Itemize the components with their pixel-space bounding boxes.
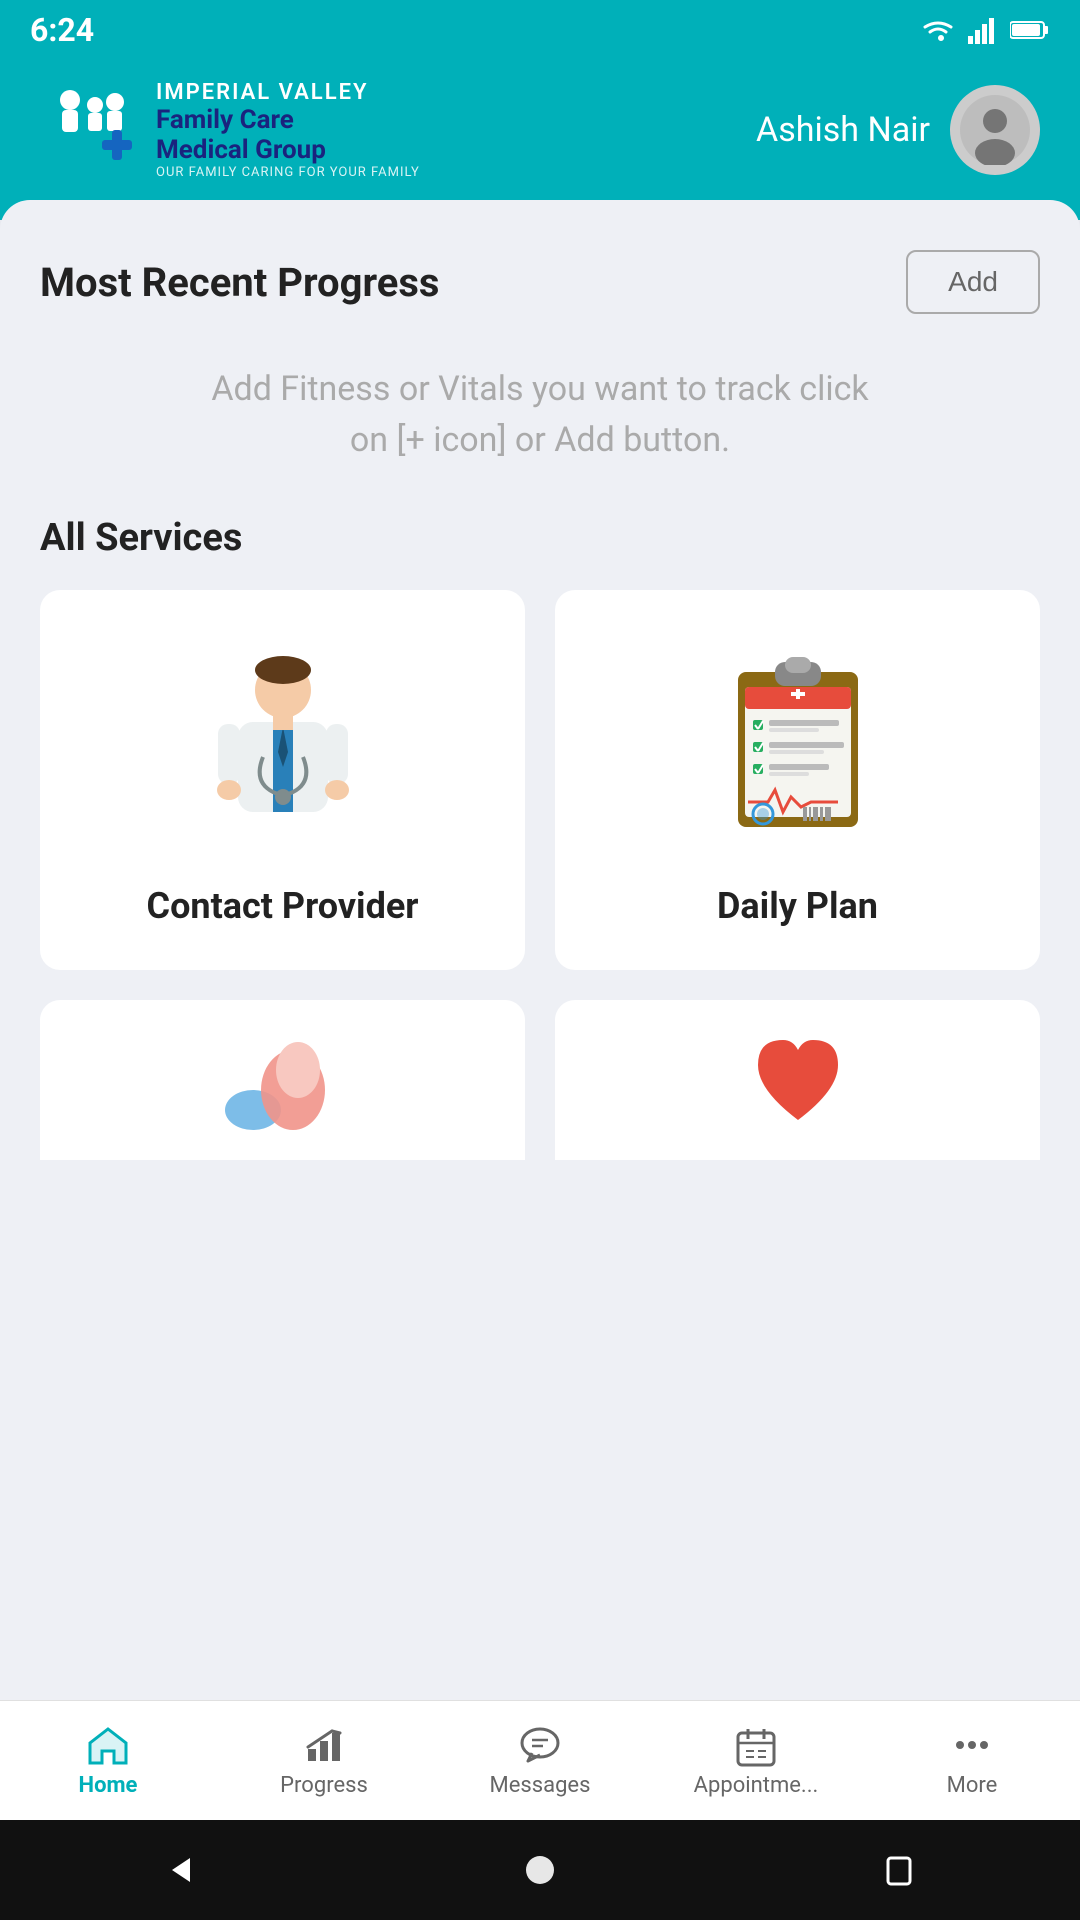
status-icons [920,16,1050,44]
nav-home-label: Home [79,1773,138,1798]
nav-messages-label: Messages [490,1773,591,1798]
nav-appointments[interactable]: Appointme... [648,1723,864,1798]
daily-plan-label: Daily Plan [717,883,878,930]
bottom-nav: Home Progress Messages [0,1700,1080,1820]
partial-card-right[interactable] [555,1000,1040,1160]
nav-progress-label: Progress [280,1773,368,1798]
all-services-section: All Services [40,516,1040,1160]
nav-progress[interactable]: Progress [216,1723,432,1798]
logo-text: IMPERIAL VALLEY Family CareMedical Group… [156,80,420,180]
progress-icon [302,1723,346,1767]
daily-plan-card[interactable]: Daily Plan [555,590,1040,970]
user-name-label: Ashish Nair [756,110,930,150]
more-icon [950,1723,994,1767]
nav-more-label: More [947,1773,998,1798]
contact-provider-card[interactable]: Contact Provider [40,590,525,970]
add-button[interactable]: Add [906,250,1040,314]
home-button[interactable] [515,1845,565,1895]
logo-area: IMPERIAL VALLEY Family CareMedical Group… [40,80,420,180]
android-nav-bar [0,1820,1080,1920]
partial-cards-row [40,1000,1040,1160]
services-grid: Contact Provider [40,590,1040,970]
battery-icon [1010,19,1050,41]
partial-card-right-icon [738,1030,858,1130]
contact-provider-icon-area [208,640,358,853]
progress-empty-message: Add Fitness or Vitals you want to track … [190,364,890,466]
all-services-title: All Services [40,516,1040,560]
contact-provider-label: Contact Provider [147,883,419,930]
back-button[interactable] [155,1845,205,1895]
user-area[interactable]: Ashish Nair [756,85,1040,175]
appointments-icon [734,1723,778,1767]
recents-button[interactable] [875,1845,925,1895]
partial-card-left-icon [223,1030,343,1130]
app-logo-icon [40,80,140,180]
status-bar: 6:24 [0,0,1080,60]
doctor-icon [208,652,358,842]
home-icon [86,1723,130,1767]
clipboard-icon [723,652,873,842]
nav-more[interactable]: More [864,1723,1080,1798]
main-content: Most Recent Progress Add Add Fitness or … [0,200,1080,1780]
logo-mid-line: Family CareMedical Group [156,105,420,165]
nav-appointments-label: Appointme... [694,1773,819,1798]
daily-plan-icon-area [723,640,873,853]
signal-icon [968,16,998,44]
header: IMPERIAL VALLEY Family CareMedical Group… [0,60,1080,220]
status-time: 6:24 [30,11,94,49]
nav-messages[interactable]: Messages [432,1723,648,1798]
progress-section-header: Most Recent Progress Add [40,250,1040,314]
avatar[interactable] [950,85,1040,175]
progress-title: Most Recent Progress [40,259,439,306]
logo-top-line: IMPERIAL VALLEY [156,80,420,105]
logo-tagline: OUR FAMILY CARING FOR YOUR FAMILY [156,165,420,180]
wifi-icon [920,16,956,44]
messages-icon [518,1723,562,1767]
partial-card-left[interactable] [40,1000,525,1160]
nav-home[interactable]: Home [0,1723,216,1798]
